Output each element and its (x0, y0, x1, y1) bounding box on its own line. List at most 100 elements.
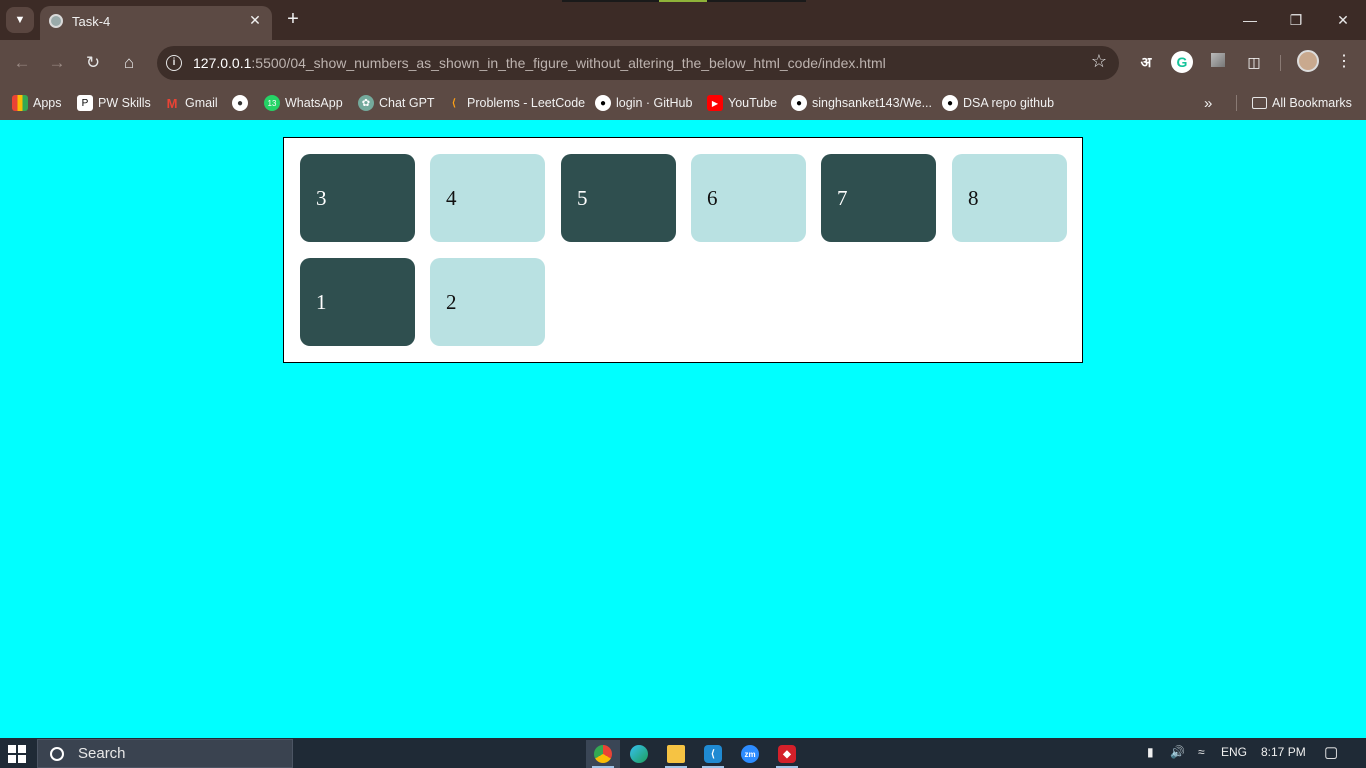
notifications-icon[interactable]: ▢ (1324, 743, 1338, 761)
windows-start-icon[interactable] (8, 745, 26, 763)
number-box-label: 3 (316, 185, 327, 210)
whatsapp-icon: 13 (264, 95, 280, 111)
taskbar-edge[interactable] (622, 740, 656, 768)
forward-icon[interactable]: → (44, 50, 70, 76)
number-box: 4 (430, 154, 545, 242)
extension-icon[interactable] (1206, 50, 1230, 74)
chrome-icon (594, 745, 612, 763)
back-icon[interactable]: ← (9, 50, 35, 76)
boxes-container: 3 4 5 6 7 8 1 2 (283, 137, 1083, 363)
language-indicator[interactable]: ENG (1221, 745, 1247, 759)
file-explorer-icon (667, 745, 685, 763)
bookmarks-overflow-icon[interactable]: » (1204, 93, 1212, 113)
close-icon[interactable]: ✕ (246, 11, 264, 29)
address-bar[interactable]: i 127.0.0.1:5500/04_show_numbers_as_show… (157, 46, 1119, 80)
taskbar-search-label: Search (78, 745, 126, 762)
bookmark-pw-skills[interactable]: P PW Skills (77, 93, 151, 113)
number-box-label: 8 (968, 185, 979, 210)
puzzle-extensions-icon[interactable]: ◫ (1242, 50, 1266, 74)
number-box-label: 7 (837, 185, 848, 210)
bookmark-dsa-repo[interactable]: ● DSA repo github (942, 93, 1054, 113)
more-menu-icon[interactable]: ⋮ (1332, 50, 1356, 74)
bookmark-label: Chat GPT (379, 96, 435, 110)
windows-taskbar: Search ⟨ zm ◆ ▮ 🔊 ≈ ENG 8:17 PM ▢ (0, 738, 1366, 768)
bookmark-globe[interactable]: ● (232, 93, 253, 113)
reload-icon[interactable]: ↻ (80, 50, 106, 76)
window-close-icon[interactable]: ✕ (1331, 8, 1355, 32)
url-host: 127.0.0.1 (193, 55, 252, 71)
bookmark-singhsanket[interactable]: ● singhsanket143/We... (791, 93, 932, 113)
search-icon (50, 746, 64, 761)
bookmark-chatgpt[interactable]: ✿ Chat GPT (358, 93, 435, 113)
tab-title: Task-4 (72, 14, 111, 29)
gmail-icon: M (166, 95, 178, 111)
bookmarks-divider (1236, 95, 1237, 111)
vscode-icon: ⟨ (704, 745, 722, 763)
pw-skills-icon: P (77, 95, 93, 111)
chatgpt-icon: ✿ (358, 95, 374, 111)
bookmark-label: YouTube (728, 96, 778, 110)
url-text[interactable]: 127.0.0.1:5500/04_show_numbers_as_shown_… (193, 55, 886, 71)
bookmark-label: Apps (33, 96, 62, 110)
taskbar-acrobat[interactable]: ◆ (770, 740, 804, 768)
bookmark-label: Problems - LeetCode (467, 96, 586, 110)
volume-icon[interactable]: 🔊 (1170, 745, 1185, 759)
youtube-icon: ▶ (707, 95, 723, 111)
taskbar-search-box[interactable]: Search (37, 739, 293, 768)
bookmark-apps[interactable]: Apps (12, 93, 62, 113)
bookmark-star-icon[interactable]: ☆ (1091, 51, 1107, 72)
edge-icon (630, 745, 648, 763)
bookmark-label: Gmail (185, 96, 218, 110)
taskbar-zoom[interactable]: zm (733, 740, 767, 768)
number-box: 7 (821, 154, 936, 242)
number-box-label: 4 (446, 185, 457, 210)
zoom-icon: zm (741, 745, 759, 763)
bookmark-label: DSA repo github (963, 96, 1055, 110)
number-box-label: 1 (316, 289, 327, 314)
taskbar-vscode[interactable]: ⟨ (696, 740, 730, 768)
new-tab-button[interactable]: + (282, 8, 304, 30)
window-accent-highlight (659, 0, 707, 2)
site-info-icon[interactable]: i (166, 55, 182, 71)
bookmark-leetcode[interactable]: ⟨ Problems - LeetCode (446, 93, 585, 113)
all-bookmarks-button[interactable]: All Bookmarks (1252, 93, 1352, 113)
leetcode-icon: ⟨ (452, 97, 456, 109)
bookmark-github-login[interactable]: ● login · GitHub (595, 93, 692, 113)
page-viewport: 3 4 5 6 7 8 1 2 (0, 120, 1366, 738)
taskbar-file-explorer[interactable] (659, 740, 693, 768)
acrobat-icon: ◆ (778, 745, 796, 763)
home-icon[interactable]: ⌂ (116, 50, 142, 76)
bookmark-whatsapp[interactable]: 13 WhatsApp (264, 93, 343, 113)
bookmark-label: PW Skills (98, 96, 151, 110)
taskbar-chrome[interactable] (586, 740, 620, 768)
grammarly-icon[interactable]: G (1170, 50, 1194, 74)
number-box: 1 (300, 258, 415, 346)
apps-grid-icon (12, 95, 28, 111)
profile-avatar[interactable] (1296, 50, 1320, 74)
clock[interactable]: 8:17 PM (1261, 745, 1306, 759)
minimize-icon[interactable]: — (1238, 8, 1262, 32)
translate-extension-icon[interactable]: अ (1134, 50, 1158, 74)
url-path: :5500/04_show_numbers_as_shown_in_the_fi… (251, 55, 886, 71)
folder-icon (1252, 97, 1267, 109)
number-box-label: 5 (577, 185, 588, 210)
globe-icon (49, 14, 63, 28)
bookmark-youtube[interactable]: ▶ YouTube (707, 93, 777, 113)
browser-toolbar: ← → ↻ ⌂ i 127.0.0.1:5500/04_show_numbers… (0, 40, 1366, 86)
restore-icon[interactable]: ❐ (1284, 8, 1308, 32)
wifi-icon[interactable]: ≈ (1198, 745, 1205, 759)
number-box: 2 (430, 258, 545, 346)
browser-titlebar: ▼ Task-4 ✕ + — ❐ ✕ (0, 0, 1366, 40)
bookmark-label: WhatsApp (285, 96, 343, 110)
number-box: 3 (300, 154, 415, 242)
number-box-label: 2 (446, 289, 457, 314)
bookmark-gmail[interactable]: M Gmail (164, 93, 218, 113)
battery-icon[interactable]: ▮ (1147, 745, 1154, 759)
bookmark-label: login · GitHub (616, 96, 693, 110)
github-icon: ● (791, 95, 807, 111)
tab-active[interactable]: Task-4 ✕ (40, 6, 272, 40)
number-box-label: 6 (707, 185, 718, 210)
toolbar-divider (1280, 55, 1281, 71)
tab-search-button[interactable]: ▼ (6, 7, 34, 33)
globe-icon: ● (232, 95, 248, 111)
